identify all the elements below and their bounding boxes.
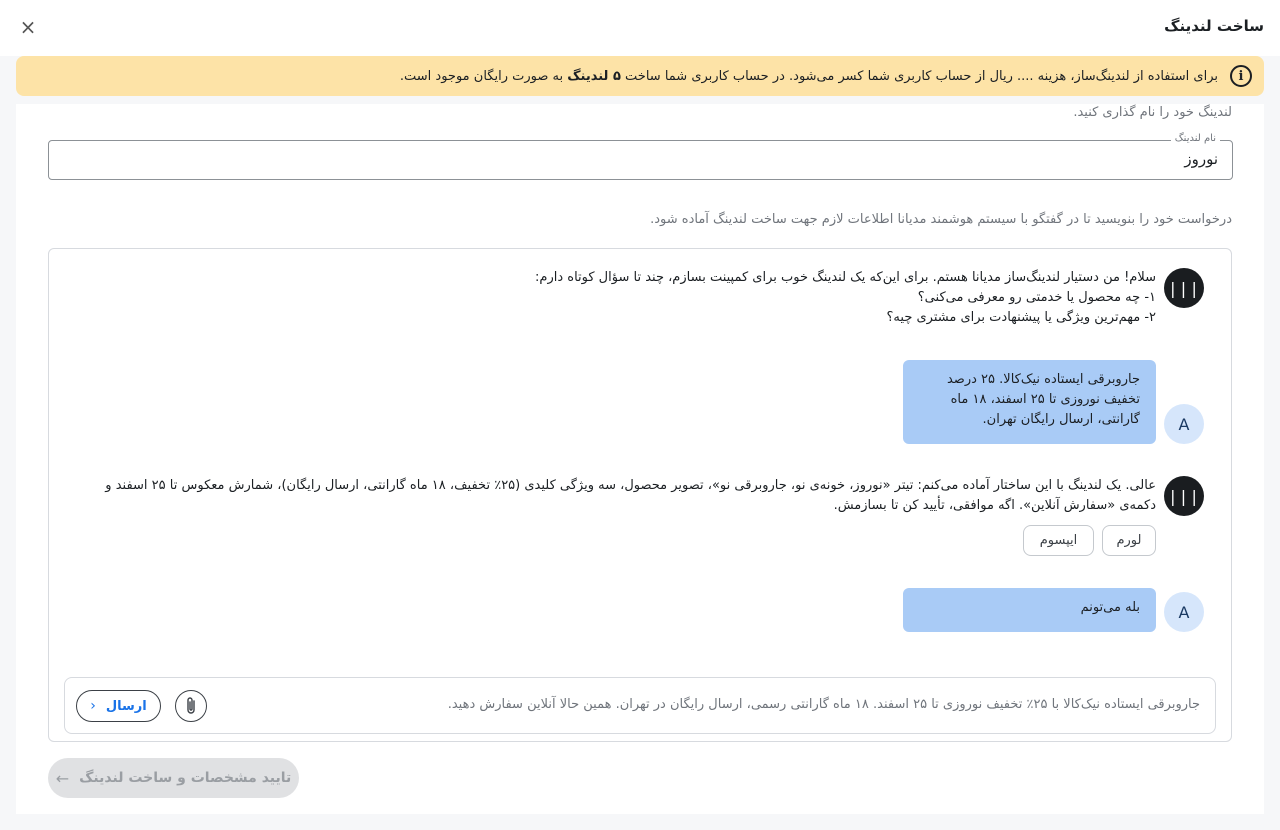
bot-message-line: عالی. یک لندینگ با این ساختار آماده می‌ک… <box>105 478 1156 493</box>
chat-box: ||| سلام! من دستیار لندینگ‌ساز مدیانا هس… <box>48 248 1232 742</box>
bot-message-line: سلام! من دستیار لندینگ‌ساز مدیانا هستم. … <box>535 270 1156 285</box>
bot-avatar: ||| <box>1164 476 1204 516</box>
bot-message: سلام! من دستیار لندینگ‌ساز مدیانا هستم. … <box>535 268 1156 328</box>
landing-name-value[interactable]: نوروز <box>1184 150 1218 168</box>
page-title: ساخت لندینگ <box>1164 17 1264 35</box>
landing-name-field[interactable]: نام لندینگ نوروز <box>48 133 1233 180</box>
send-button[interactable]: ارسال › <box>76 690 161 722</box>
bot-message-line: دکمه‌ی «سفارش آنلاین». اگه موافقی، تأیید… <box>833 498 1156 513</box>
info-banner: i برای استفاده از لندینگ‌ساز، هزینه ....… <box>16 56 1264 96</box>
confirm-create-button[interactable]: تایید مشخصات و ساخت لندینگ ← <box>48 758 299 798</box>
close-icon[interactable]: × <box>18 16 38 38</box>
info-text-before: برای استفاده از لندینگ‌ساز، هزینه .... ر… <box>620 68 1218 84</box>
bot-message-line: ۱- چه محصول یا خدمتی رو معرفی می‌کنی؟ <box>917 290 1156 305</box>
send-label: ارسال <box>105 698 147 714</box>
chevron-right-icon: › <box>90 698 96 714</box>
bot-avatar: ||| <box>1164 268 1204 308</box>
confirm-label: تایید مشخصات و ساخت لندینگ <box>79 770 292 786</box>
chat-hint: درخواست خود را بنویسید تا در گفتگو با سی… <box>650 212 1232 227</box>
main-panel: لندینگ خود را نام گذاری کنید. نام لندینگ… <box>16 104 1264 814</box>
arrow-left-icon: ← <box>55 768 70 788</box>
dialog-header: ساخت لندینگ × <box>0 0 1280 56</box>
user-avatar: A <box>1164 592 1204 632</box>
user-message-bubble: بله می‌تونم <box>903 588 1156 632</box>
composer-input-text[interactable]: جاروبرقی ایستاده نیک‌کالا با ۲۵٪ تخفیف ن… <box>448 697 1200 712</box>
paperclip-icon <box>187 697 195 714</box>
name-hint: لندینگ خود را نام گذاری کنید. <box>1073 105 1232 120</box>
suggestion-chip[interactable]: لورم <box>1102 525 1156 556</box>
user-message-bubble: جاروبرقی ایستاده نیک‌کالا. ۲۵ درصد تخفیف… <box>903 360 1156 444</box>
info-circle-icon: i <box>1230 65 1252 87</box>
info-text-bold: ۵ لندینگ <box>567 68 621 84</box>
message-composer[interactable]: جاروبرقی ایستاده نیک‌کالا با ۲۵٪ تخفیف ن… <box>64 677 1216 734</box>
info-text-after: به صورت رایگان موجود است. <box>399 68 568 84</box>
info-banner-text: برای استفاده از لندینگ‌ساز، هزینه .... ر… <box>28 69 1218 84</box>
user-avatar: A <box>1164 404 1204 444</box>
landing-name-label: نام لندینگ <box>1170 133 1220 144</box>
attach-button[interactable] <box>175 690 207 722</box>
bot-message: عالی. یک لندینگ با این ساختار آماده می‌ک… <box>105 476 1156 516</box>
bot-message-line: ۲- مهم‌ترین ویژگی یا پیشنهادت برای مشتری… <box>886 310 1156 325</box>
suggestion-chip[interactable]: ایپسوم <box>1023 525 1094 556</box>
